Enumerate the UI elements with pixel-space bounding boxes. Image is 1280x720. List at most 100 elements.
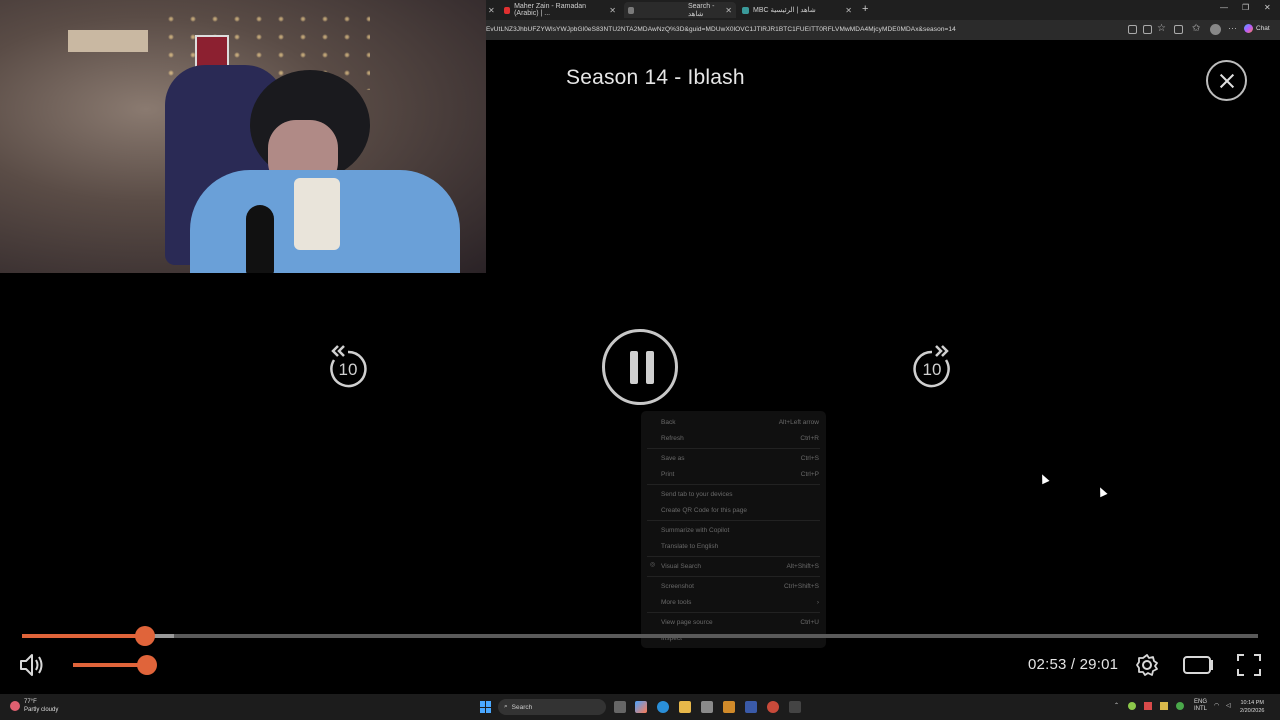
- favorite-star-icon[interactable]: ☆: [1157, 23, 1166, 34]
- tab-maher-zain[interactable]: Maher Zain - Ramadan (Arabic) | ... ✕: [500, 2, 620, 18]
- tab-mbc[interactable]: MBC شاهد | الرئيسية ✕: [738, 2, 856, 18]
- tab-search[interactable]: Search - شاهد ✕: [624, 2, 736, 18]
- tray-app-icon[interactable]: [1128, 702, 1136, 710]
- volume-icon[interactable]: ◁: [1226, 702, 1231, 709]
- fullscreen-icon: [1237, 654, 1261, 676]
- windows-taskbar: 77°F Partly cloudy ⌕ Search ⌃ ENG INTL ◠…: [0, 694, 1280, 720]
- gear-icon: [1136, 654, 1158, 676]
- task-view-icon[interactable]: [614, 701, 626, 713]
- context-menu: Back Alt+Left arrow Refresh Ctrl+R Save as…: [641, 411, 826, 648]
- menu-shortcut: Ctrl+P: [800, 470, 819, 478]
- menu-shortcut: Ctrl+U: [800, 618, 819, 626]
- copilot-icon[interactable]: [635, 701, 647, 713]
- chevron-up-icon[interactable]: ⌃: [1114, 702, 1119, 709]
- tray-app-icon[interactable]: [1176, 702, 1184, 710]
- wifi-icon[interactable]: ◠: [1214, 702, 1219, 709]
- search-icon: ⌕: [504, 703, 508, 710]
- menu-label: Print: [661, 470, 675, 478]
- close-player-button[interactable]: [1206, 60, 1247, 101]
- tray-app-icon[interactable]: [1144, 702, 1152, 710]
- language-indicator[interactable]: ENG INTL: [1194, 699, 1207, 713]
- menu-divider: [647, 612, 820, 613]
- wall-picture: [68, 30, 148, 52]
- shahid-icon: [742, 6, 749, 14]
- reader-icon[interactable]: [1143, 25, 1152, 34]
- menu-item-more-tools[interactable]: More tools ›: [661, 596, 819, 608]
- copilot-chat-button[interactable]: Chat: [1244, 24, 1270, 33]
- menu-item-view-source[interactable]: View page source Ctrl+U: [661, 616, 819, 628]
- playback-time: 02:53 / 29:01: [1028, 656, 1119, 673]
- more-menu-icon[interactable]: ···: [1228, 23, 1237, 33]
- menu-item-print[interactable]: Print Ctrl+P: [661, 468, 819, 480]
- restore-icon[interactable]: ❐: [1242, 3, 1249, 12]
- menu-divider: [647, 520, 820, 521]
- weather-icon: [10, 701, 20, 711]
- youtube-icon: [504, 6, 511, 14]
- fullscreen-button[interactable]: [1236, 653, 1262, 682]
- pause-icon-bar: [646, 351, 654, 384]
- tab-label: Maher Zain - Ramadan (Arabic) | ...: [514, 3, 587, 17]
- clock-date: 2/20/2026: [1240, 708, 1265, 714]
- close-icon[interactable]: ✕: [845, 6, 852, 15]
- menu-item-send-tab[interactable]: Send tab to your devices: [661, 488, 819, 500]
- close-window-icon[interactable]: ✕: [1264, 3, 1271, 12]
- menu-shortcut: Alt+Left arrow: [778, 418, 819, 426]
- menu-item-save-as[interactable]: Save as Ctrl+S: [661, 452, 819, 464]
- windows-start-icon[interactable]: [480, 701, 492, 713]
- picture-in-picture-button[interactable]: [1182, 653, 1214, 682]
- microphone: [246, 205, 274, 273]
- close-icon[interactable]: ✕: [609, 6, 616, 15]
- pause-button[interactable]: [602, 329, 678, 405]
- seek-bar-thumb[interactable]: [135, 626, 155, 646]
- settings-button[interactable]: [1135, 653, 1159, 682]
- system-clock[interactable]: 10:14 PM 2/20/2026: [1240, 699, 1264, 715]
- tab-close-previous[interactable]: ✕: [484, 2, 499, 18]
- new-tab-button[interactable]: +: [862, 3, 868, 15]
- store-icon[interactable]: [701, 701, 713, 713]
- seek-bar-played: [22, 634, 145, 638]
- tray-app-icon[interactable]: [1160, 702, 1168, 710]
- menu-label: View page source: [661, 618, 713, 626]
- favorites-icon[interactable]: ✩: [1192, 23, 1200, 34]
- close-icon[interactable]: ✕: [488, 6, 495, 15]
- obs-icon[interactable]: [767, 701, 779, 713]
- volume-slider-thumb[interactable]: [137, 655, 157, 675]
- seek-bar[interactable]: [22, 634, 1258, 638]
- menu-label: Summarize with Copilot: [661, 526, 730, 534]
- url-field[interactable]: EvUtLNZ3JhbUFZYWlsYWJpbGl0eS83NTU2NTA2MD…: [486, 26, 956, 33]
- menu-item-visual-search[interactable]: Visual Search Alt+Shift+S: [661, 560, 819, 572]
- weather-temp: 77°F: [24, 699, 37, 705]
- weather-widget[interactable]: 77°F Partly cloudy: [10, 698, 58, 714]
- drink-cup: [294, 178, 340, 250]
- minimize-icon[interactable]: —: [1220, 3, 1228, 12]
- search-label: Search: [511, 703, 533, 711]
- close-icon[interactable]: ✕: [725, 6, 732, 15]
- extensions-icon[interactable]: [1174, 25, 1183, 34]
- volume-button[interactable]: [18, 652, 46, 678]
- menu-item-translate[interactable]: Translate to English: [661, 540, 819, 552]
- forward-10-button[interactable]: 10: [910, 342, 954, 390]
- speaker-icon: [20, 654, 43, 676]
- menu-shortcut: Alt+Shift+S: [786, 562, 819, 570]
- menu-shortcut: Ctrl+R: [800, 434, 819, 442]
- shield-icon[interactable]: [745, 701, 757, 713]
- app-icon[interactable]: [789, 701, 801, 713]
- menu-label: More tools: [661, 598, 692, 606]
- menu-item-qr-code[interactable]: Create QR Code for this page: [661, 504, 819, 516]
- forward-icon: 10: [913, 345, 950, 388]
- menu-label: Refresh: [661, 434, 684, 442]
- app-icon[interactable]: [723, 701, 735, 713]
- profile-avatar[interactable]: [1210, 24, 1221, 35]
- menu-item-refresh[interactable]: Refresh Ctrl+R: [661, 432, 819, 444]
- weather-desc: Partly cloudy: [24, 707, 59, 713]
- file-explorer-icon[interactable]: [679, 701, 691, 713]
- webcam-overlay: [0, 0, 486, 273]
- menu-item-summarize[interactable]: Summarize with Copilot: [661, 524, 819, 536]
- visual-search-icon: ◎: [650, 562, 656, 568]
- taskbar-search[interactable]: ⌕ Search: [498, 699, 606, 715]
- menu-item-screenshot[interactable]: Screenshot Ctrl+Shift+S: [661, 580, 819, 592]
- edge-icon[interactable]: [657, 701, 669, 713]
- menu-item-back[interactable]: Back Alt+Left arrow: [661, 416, 819, 428]
- app-available-icon[interactable]: [1128, 25, 1137, 34]
- rewind-10-button[interactable]: 10: [326, 342, 370, 390]
